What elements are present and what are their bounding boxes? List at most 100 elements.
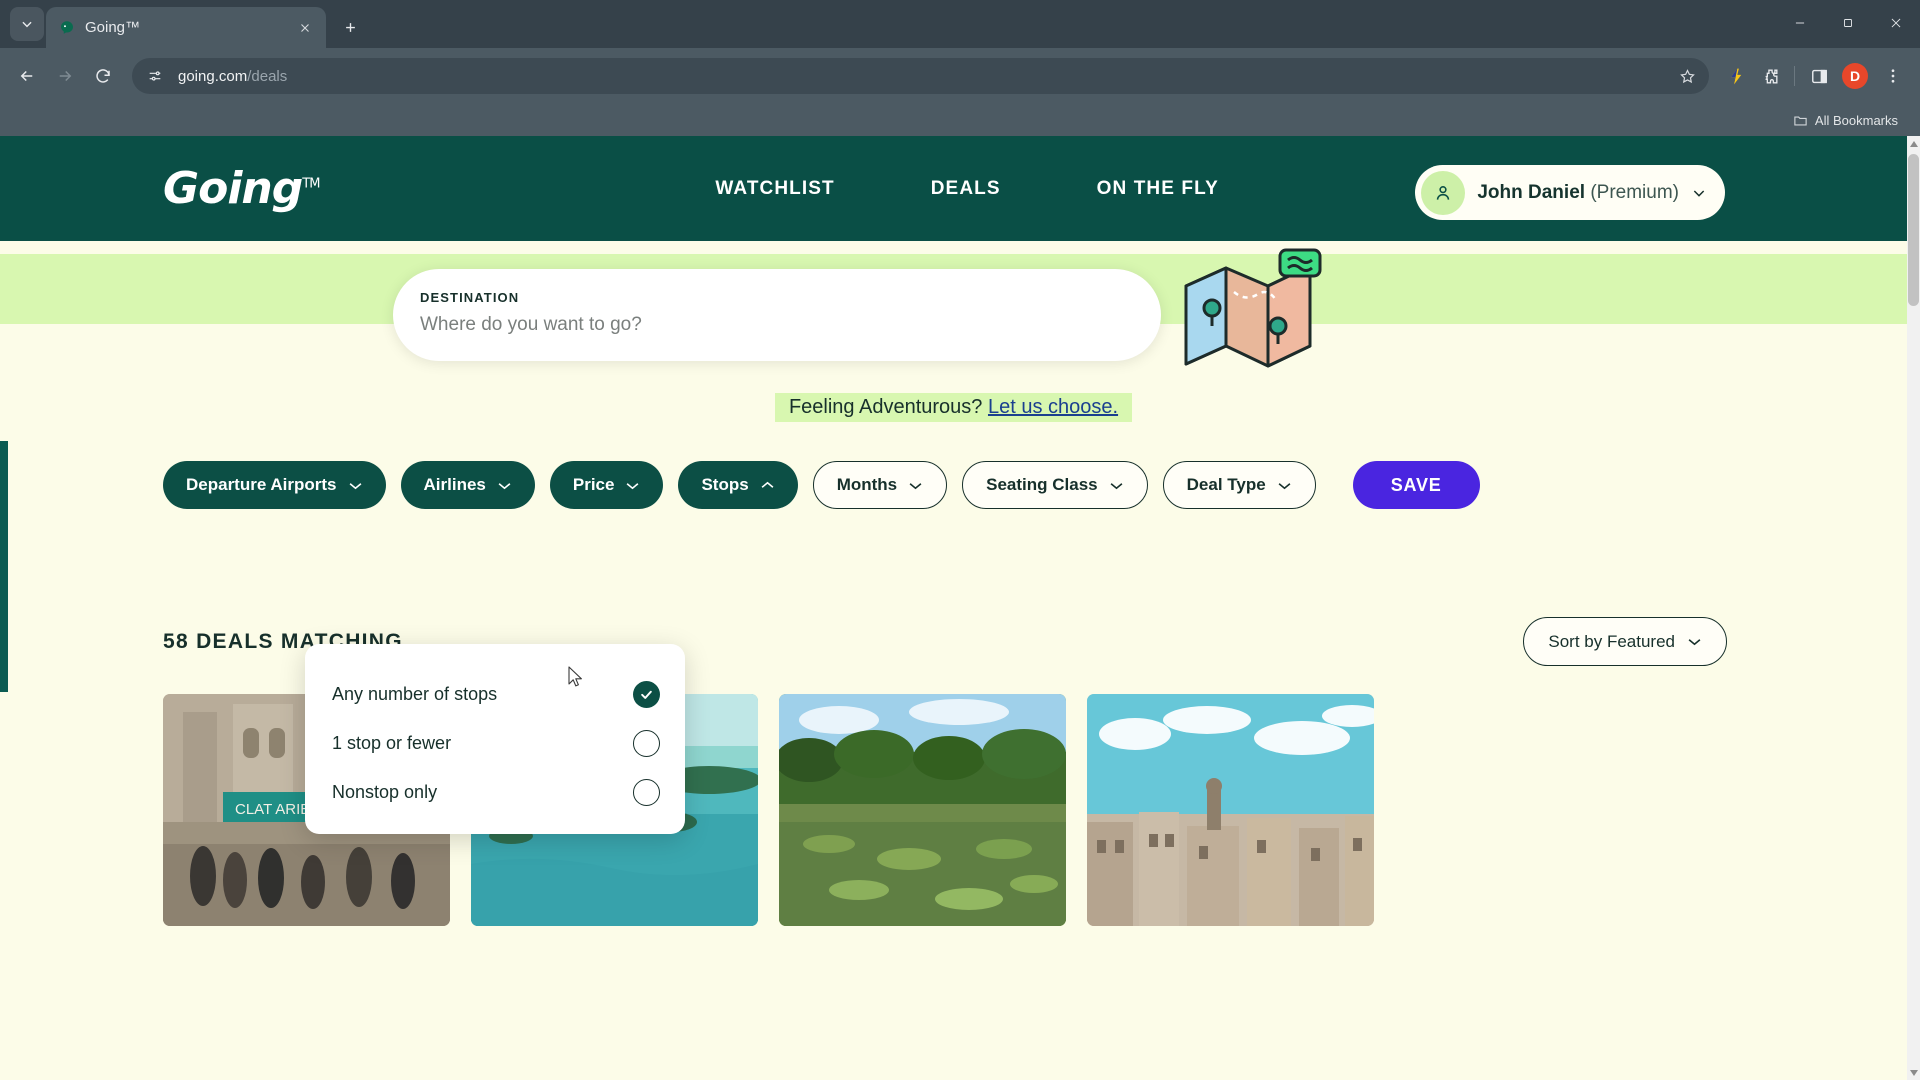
back-button[interactable] [10,59,44,93]
nav-item-deals[interactable]: DEALS [883,178,1049,200]
back-arrow-icon [20,70,33,82]
going-favicon [58,19,76,37]
user-menu-button[interactable]: John Daniel (Premium) [1415,165,1725,220]
destination-search-box[interactable]: DESTINATION Where do you want to go? [393,269,1161,361]
page-viewport: GoingTM WATCHLIST DEALS ON THE FLY John … [0,136,1920,1080]
filter-departure-airports[interactable]: Departure Airports [163,461,386,509]
lightning-extension-icon[interactable] [1721,61,1751,91]
browser-window: Going™ going.com/deals D All Bookmarks G… [0,0,1920,1080]
radio-button[interactable] [633,779,660,806]
deal-card[interactable] [779,694,1066,926]
tab-strip: Going™ [0,0,1920,48]
browser-tab[interactable]: Going™ [46,7,326,48]
reload-icon [96,69,110,83]
filter-label: Departure Airports [186,475,337,494]
reload-button[interactable] [86,59,120,93]
tab-title: Going™ [85,19,141,36]
scroll-up-arrow[interactable] [1907,136,1920,151]
adventurous-row: Feeling Adventurous? Let us choose. [0,393,1907,422]
deal-cards-row: CLAT ARIE [0,694,1907,926]
filter-stops[interactable]: Stops [678,461,798,509]
stops-option-any[interactable]: Any number of stops [305,670,685,719]
logo-tm: TM [302,176,320,192]
filter-label: Stops [701,475,749,494]
radio-button[interactable] [633,730,660,757]
url-path: /deals [247,67,288,85]
browser-toolbar: going.com/deals D [0,48,1920,104]
profile-button[interactable]: D [1838,59,1872,93]
url-domain: going.com [178,67,248,85]
filter-seating-class[interactable]: Seating Class [962,461,1148,509]
chevron-up-icon [1909,140,1918,147]
tab-search-button[interactable] [10,7,44,41]
destination-input[interactable]: Where do you want to go? [420,314,1161,336]
bookmarks-bar: All Bookmarks [0,104,1920,136]
chevron-down-icon [1278,482,1291,489]
chevron-down-icon [909,482,922,489]
check-icon[interactable] [633,681,660,708]
deal-card[interactable] [1087,694,1374,926]
filter-label: Months [836,475,898,494]
page-content: GoingTM WATCHLIST DEALS ON THE FLY John … [0,136,1907,1080]
logo-text: Going [163,163,303,214]
going-logo[interactable]: GoingTM [163,163,320,214]
filter-label: Price [572,475,615,494]
minimize-button[interactable] [1776,0,1824,46]
chevron-down-icon [22,21,32,28]
chevron-down-icon [498,482,511,489]
hero-section: DESTINATION Where do you want to go? Fee… [0,241,1907,441]
scrollbar-thumb[interactable] [1908,154,1919,306]
option-label: Nonstop only [332,782,438,802]
extensions-puzzle-icon[interactable] [1755,61,1785,91]
page-settings-icon[interactable] [142,63,168,89]
user-tier-text: (Premium) [1590,181,1679,203]
profile-avatar: D [1842,63,1868,89]
let-us-choose-link[interactable]: Let us choose. [988,396,1118,418]
user-name-text: John Daniel [1477,181,1586,203]
chevron-down-icon [1110,482,1123,489]
site-header: GoingTM WATCHLIST DEALS ON THE FLY John … [0,136,1907,241]
chevron-down-icon [1691,185,1707,201]
scroll-down-arrow[interactable] [1907,1065,1920,1080]
window-controls [1776,0,1920,46]
filter-price[interactable]: Price [549,461,664,509]
side-panel-icon[interactable] [1804,61,1834,91]
save-button[interactable]: SAVE [1352,461,1480,509]
option-label: Any number of stops [332,684,498,704]
filter-months[interactable]: Months [812,461,948,509]
filter-deal-type[interactable]: Deal Type [1162,461,1316,509]
window-close-icon [1891,18,1901,28]
mouse-cursor [568,666,584,688]
three-dot-menu-icon [1891,69,1895,83]
forward-arrow-icon [59,70,72,82]
stops-option-one-or-fewer[interactable]: 1 stop or fewer [305,719,685,768]
all-bookmarks-label[interactable]: All Bookmarks [1815,113,1898,128]
city-rooftops-skyline [1087,694,1374,926]
user-name-label: John Daniel (Premium) [1477,182,1679,204]
new-tab-button[interactable] [334,11,366,43]
nav-item-on-the-fly[interactable]: ON THE FLY [1049,178,1267,200]
minimize-icon [1795,22,1805,24]
filter-label: Seating Class [986,475,1098,494]
sort-by-label: Sort by Featured [1548,631,1675,651]
chevron-down-icon [627,482,639,489]
filter-airlines[interactable]: Airlines [400,461,535,509]
restore-icon [1844,19,1852,27]
close-window-button[interactable] [1872,0,1920,46]
svg-text:CLAT ARIE: CLAT ARIE [235,801,310,818]
close-tab-icon[interactable] [294,17,316,39]
address-bar[interactable]: going.com/deals [132,58,1709,94]
url-text: going.com/deals [178,68,1663,85]
stops-option-nonstop[interactable]: Nonstop only [305,768,685,817]
browser-menu-button[interactable] [1876,59,1910,93]
nav-item-watchlist[interactable]: WATCHLIST [667,178,882,200]
chevron-down-icon [1688,639,1701,646]
sort-by-button[interactable]: Sort by Featured [1523,617,1727,666]
option-label: 1 stop or fewer [332,733,452,753]
person-icon [1421,170,1466,215]
filter-bar: Departure Airports Airlines Price Stops … [0,461,1907,509]
star-icon[interactable] [1673,62,1701,90]
forward-button[interactable] [48,59,82,93]
page-scrollbar[interactable] [1907,136,1920,1080]
maximize-button[interactable] [1824,0,1872,46]
